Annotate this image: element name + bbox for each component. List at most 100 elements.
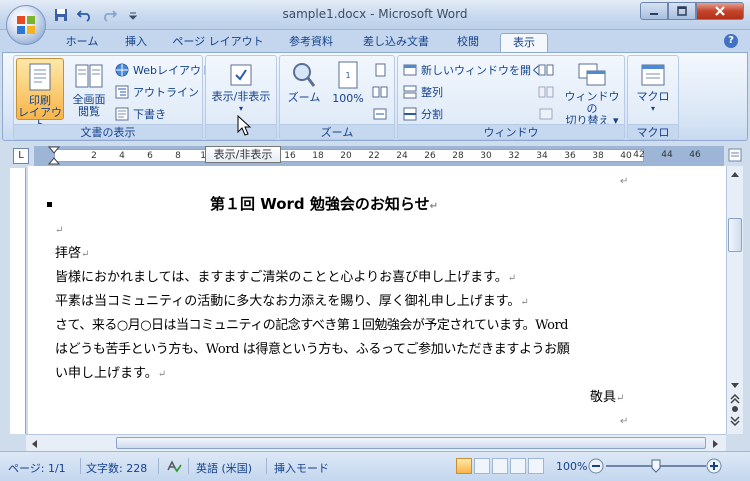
doc-line[interactable]: はどうも苦手という方も、Word は得意という方も、ふるってご参加いただきますよ…: [55, 342, 570, 358]
page-break-marker: [47, 202, 52, 207]
web-layout-button[interactable]: Webレイアウト: [114, 61, 212, 79]
group-label-macros: マクロ: [628, 124, 678, 139]
document-title[interactable]: 第１回 Word 勉強会のお知らせ↵: [210, 196, 438, 215]
draft-view-button[interactable]: [528, 458, 544, 474]
vertical-scroll-thumb[interactable]: [728, 218, 742, 252]
ruler-number: 20: [340, 151, 352, 161]
horizontal-scroll-thumb[interactable]: [116, 437, 706, 449]
zoom-100-button[interactable]: 1 100%: [328, 58, 368, 120]
indent-marker-icon[interactable]: [48, 146, 60, 166]
tab-view[interactable]: 表示: [500, 33, 548, 52]
proofing-icon[interactable]: [166, 458, 182, 474]
print-layout-view-button[interactable]: [456, 458, 472, 474]
two-pages-button[interactable]: [372, 83, 388, 101]
language-indicator[interactable]: 英語 (米国): [196, 460, 252, 476]
reset-window-position-button[interactable]: [538, 105, 554, 123]
undo-icon[interactable]: [74, 6, 96, 24]
web-layout-view-button[interactable]: [492, 458, 508, 474]
macros-label: マクロ: [636, 90, 670, 103]
customize-icon[interactable]: [122, 6, 144, 24]
scroll-right-icon[interactable]: [712, 439, 720, 449]
redo-icon[interactable]: [98, 6, 120, 24]
scroll-left-icon[interactable]: [30, 439, 38, 449]
doc-line[interactable]: い申し上げます。↵: [55, 366, 166, 383]
split-button[interactable]: 分割: [402, 105, 443, 123]
new-window-icon: [403, 64, 417, 76]
new-window-button[interactable]: 新しいウィンドウを開く: [402, 61, 542, 79]
arrange-all-button[interactable]: 整列: [402, 83, 443, 101]
zoom-button[interactable]: ズーム: [282, 58, 326, 120]
web-layout-label: Webレイアウト: [133, 64, 212, 77]
office-button[interactable]: [6, 5, 46, 45]
closing-text: 敬具: [590, 390, 617, 405]
save-icon[interactable]: [50, 6, 72, 24]
scroll-down-icon[interactable]: [730, 382, 740, 390]
page-count[interactable]: ページ: 1/1: [8, 460, 66, 476]
tab-mailings[interactable]: 差し込み文書: [354, 33, 438, 52]
macros-button[interactable]: マクロ ▾: [630, 58, 676, 120]
help-icon[interactable]: ?: [724, 34, 738, 48]
page-width-button[interactable]: [372, 105, 388, 123]
minimize-icon: [650, 13, 658, 15]
insert-mode-indicator[interactable]: 挿入モード: [274, 460, 329, 476]
closing-line[interactable]: 敬具↵: [590, 390, 624, 407]
outline-view-button[interactable]: [510, 458, 526, 474]
ruler-number: 34: [536, 151, 548, 161]
one-page-button[interactable]: [372, 61, 388, 79]
empty-line[interactable]: ↵: [55, 222, 63, 239]
word-count[interactable]: 文字数: 228: [86, 460, 147, 476]
group-window: 新しいウィンドウを開く 整列 分割 ウィンドウの 切り替え ▾ ウィンドウ: [397, 55, 625, 140]
synchronous-scrolling-button[interactable]: [538, 83, 554, 101]
tab-page-layout[interactable]: ページ レイアウト: [166, 33, 270, 52]
ruler-number: 30: [480, 151, 492, 161]
show-hide-button[interactable]: 表示/非表示 ▾: [208, 58, 274, 120]
next-page-icon[interactable]: [730, 416, 740, 426]
ruler-number: 46: [689, 150, 701, 160]
show-hide-label: 表示/非表示: [211, 90, 271, 103]
paragraph-mark: ↵: [620, 176, 629, 187]
doc-line[interactable]: 皆様におかれましては、ますますご清栄のことと心よりお喜び申し上げます。↵: [55, 270, 516, 287]
horizontal-scrollbar[interactable]: [26, 434, 726, 451]
doc-line[interactable]: 平素は当コミュニティの活動に多大なお力添えを賜り、厚く御礼申し上げます。↵: [55, 294, 529, 311]
browse-object-icon[interactable]: [730, 404, 740, 414]
magnifier-icon: [293, 63, 316, 87]
ruler-number: 44: [661, 150, 673, 160]
doc-line[interactable]: 拝啓↵: [55, 246, 89, 263]
view-side-by-side-button[interactable]: [538, 61, 554, 79]
doc-line[interactable]: さて、来る○月○日は当コミュニティの記念すべき第１回勉強会が予定されています。W…: [55, 318, 569, 334]
web-layout-icon: [115, 63, 129, 77]
switch-windows-icon: [578, 63, 606, 86]
print-layout-button[interactable]: 印刷 レイアウト: [16, 58, 64, 131]
scroll-up-icon[interactable]: [730, 170, 740, 178]
print-layout-icon: [29, 63, 51, 91]
ruler-number: 22: [368, 151, 380, 161]
switch-windows-button[interactable]: ウィンドウの 切り替え ▾: [562, 58, 622, 127]
zoom-in-icon[interactable]: [706, 458, 722, 474]
zoom-level[interactable]: 100%: [556, 460, 587, 473]
full-screen-view-button[interactable]: [474, 458, 490, 474]
zoom-out-icon[interactable]: [588, 458, 604, 474]
previous-page-icon[interactable]: [730, 394, 740, 404]
tab-home[interactable]: ホーム: [58, 33, 106, 52]
vertical-ruler[interactable]: [10, 168, 26, 434]
vertical-scrollbar[interactable]: [726, 166, 743, 434]
view-ruler-icon[interactable]: [728, 148, 742, 162]
minimize-button[interactable]: [640, 2, 668, 20]
draft-button[interactable]: 下書き: [114, 105, 166, 123]
close-button[interactable]: [696, 2, 744, 20]
title-bar: sample1.docx - Microsoft Word: [0, 0, 750, 30]
outline-button[interactable]: アウトライン: [114, 83, 199, 101]
maximize-button[interactable]: [668, 2, 696, 20]
status-divider: [80, 458, 81, 474]
full-screen-label2: 閲覧: [78, 105, 100, 118]
tab-references[interactable]: 参考資料: [276, 33, 346, 52]
zoom-slider-thumb[interactable]: [651, 459, 661, 473]
ruler-tab-selector[interactable]: L: [13, 148, 29, 164]
full-screen-reading-button[interactable]: 全画面 閲覧: [66, 58, 112, 120]
split-icon: [403, 107, 417, 121]
tab-insert[interactable]: 挿入: [114, 33, 158, 52]
sync-scroll-icon: [538, 86, 554, 98]
show-hide-icon: [230, 64, 252, 86]
horizontal-ruler[interactable]: 2 4 6 8 10 12 14 16 18 20 22 24 26 28 30…: [34, 146, 724, 166]
tab-review[interactable]: 校閲: [446, 33, 490, 52]
